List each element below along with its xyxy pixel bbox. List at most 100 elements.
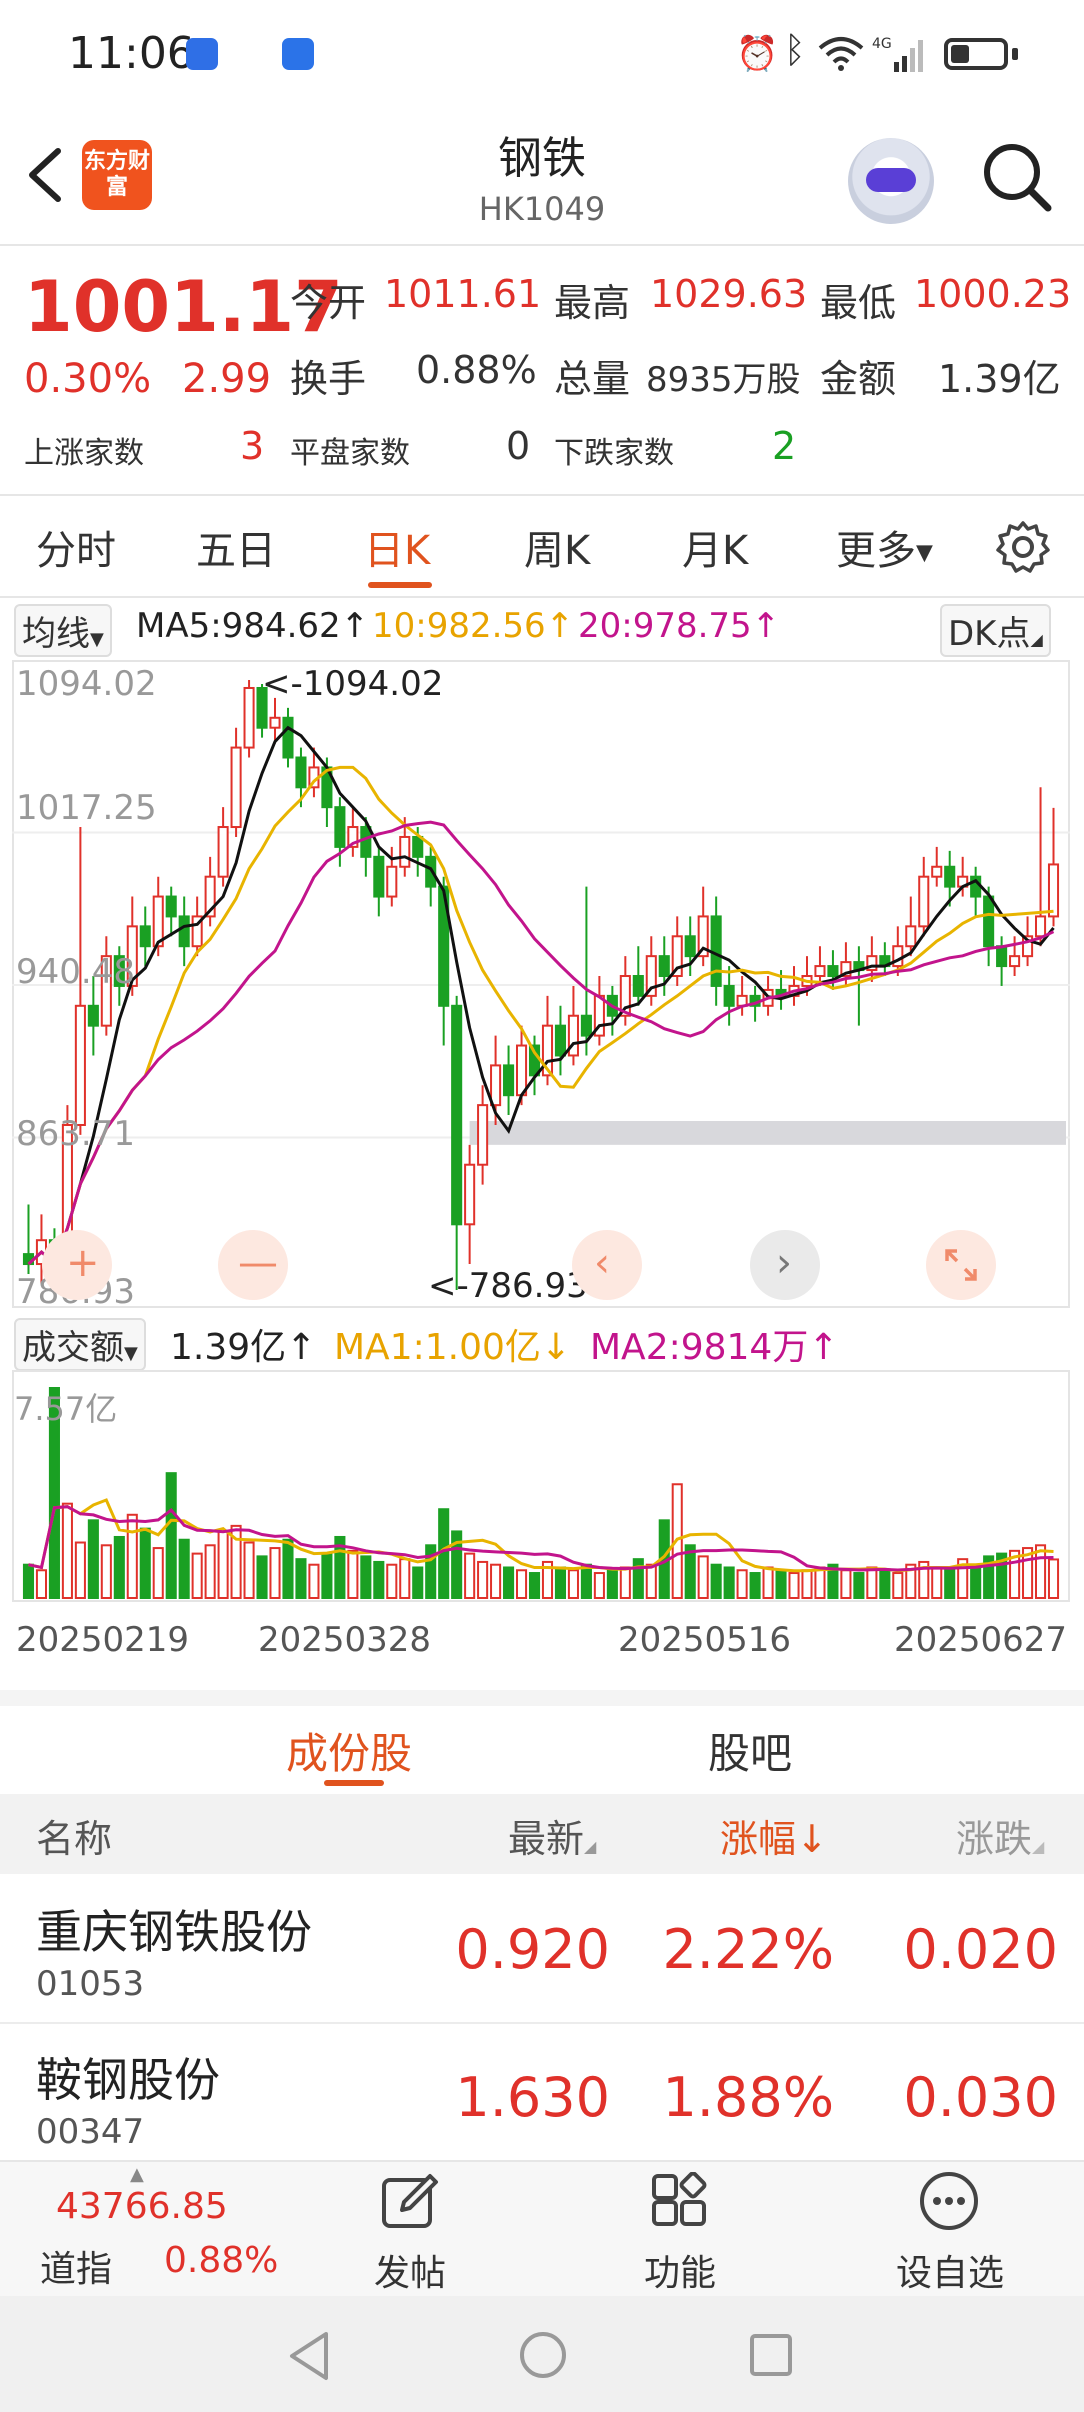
change-pct: 0.30% — [24, 356, 152, 402]
candle — [503, 1064, 515, 1097]
list-item[interactable]: 重庆钢铁股份 01053 0.920 2.22% 0.020 — [0, 1876, 1084, 2022]
tab-monthly-k[interactable]: 月K — [682, 518, 748, 576]
header-change[interactable]: 涨跌◢ — [956, 1808, 1044, 1863]
candle — [243, 686, 255, 749]
volume-bar — [567, 1569, 579, 1599]
zoom-out-button[interactable]: — — [218, 1230, 288, 1300]
assistant-robot-icon[interactable] — [848, 138, 934, 224]
candle — [658, 955, 670, 978]
grid-functions-icon[interactable] — [650, 2172, 708, 2230]
candle — [490, 1064, 502, 1107]
tab-intraday[interactable]: 分时 — [36, 518, 116, 576]
zoom-in-button[interactable]: + — [42, 1230, 112, 1300]
candle — [373, 855, 385, 898]
candle — [515, 1044, 528, 1097]
candle — [399, 835, 411, 868]
volume-bar — [736, 1569, 748, 1599]
nav-recents-icon[interactable] — [748, 2332, 794, 2378]
index-name[interactable]: 道指 — [40, 2240, 112, 2292]
candle — [918, 875, 930, 928]
high-value: 1029.63 — [650, 272, 808, 316]
volume-bar — [217, 1530, 229, 1599]
volume-bar — [528, 1572, 541, 1599]
candle — [386, 865, 398, 898]
candle — [814, 965, 826, 978]
index-value[interactable]: 43766.85 — [56, 2186, 228, 2227]
volume-bar — [360, 1555, 372, 1600]
y-tick: 1017.25 — [16, 788, 157, 828]
volume-bar — [74, 1541, 86, 1600]
edit-post-icon[interactable] — [380, 2172, 440, 2232]
tab-more-label: 更多 — [836, 528, 916, 574]
nav-home-icon[interactable] — [518, 2330, 568, 2380]
search-icon[interactable] — [980, 140, 1054, 214]
header-name: 名称 — [36, 1817, 113, 1861]
y-tick: 940.48 — [16, 952, 135, 992]
candle — [684, 935, 696, 958]
volume-bar — [412, 1566, 424, 1599]
nav-back-icon[interactable] — [286, 2330, 332, 2382]
volume-bar — [152, 1547, 164, 1600]
candle — [905, 925, 917, 948]
gear-icon[interactable] — [996, 520, 1050, 574]
volume-bar — [126, 1513, 138, 1599]
tab-weekly-k[interactable]: 周K — [524, 518, 590, 576]
app-notification-icon — [186, 38, 218, 70]
tab-five-day[interactable]: 五日 — [196, 518, 276, 576]
ma-selector[interactable]: 均线▼ — [14, 604, 112, 657]
stock-latest: 0.920 — [455, 1918, 610, 1981]
ma20-value: 20:978.75↑ — [578, 606, 781, 646]
scroll-right-button[interactable]: › — [750, 1230, 820, 1300]
volume-bar — [22, 1563, 35, 1599]
volume-chart[interactable] — [12, 1370, 1070, 1602]
volume-bar — [464, 1552, 476, 1600]
fullscreen-button[interactable] — [926, 1230, 996, 1300]
header-change-pct[interactable]: 涨幅↓ — [720, 1808, 828, 1863]
open-label: 今开 — [290, 281, 367, 325]
up-count-label: 上涨家数 — [24, 436, 144, 471]
tab-constituents[interactable]: 成份股 — [286, 1720, 412, 1781]
candle — [74, 1004, 86, 1126]
list-item[interactable]: 鞍钢股份 00347 1.630 1.88% 0.030 — [0, 2026, 1084, 2160]
post-button[interactable]: 发帖 — [330, 2244, 490, 2296]
turnover-label: 换手 — [290, 357, 367, 401]
low-marker: <-786.93 — [428, 1266, 588, 1306]
volume-bar — [866, 1566, 878, 1599]
scroll-left-button[interactable]: ‹ — [572, 1230, 642, 1300]
x-tick: 20250627 — [894, 1620, 1068, 1660]
candle — [1009, 955, 1021, 968]
volume-bar — [606, 1569, 618, 1599]
volume-bar — [723, 1566, 735, 1599]
candle — [360, 826, 372, 858]
alarm-icon: ⏰ — [736, 34, 779, 74]
tab-forum[interactable]: 股吧 — [708, 1720, 792, 1781]
candle — [996, 945, 1008, 968]
x-tick: 20250516 — [618, 1620, 792, 1660]
volume-bar — [347, 1549, 359, 1600]
candle — [1047, 863, 1060, 918]
volume-bar — [399, 1558, 411, 1600]
volume-bar — [840, 1569, 852, 1599]
volume-ma1: MA1:1.00亿↓ — [334, 1327, 572, 1368]
volume-bar — [801, 1569, 813, 1599]
volume-bar — [321, 1552, 333, 1600]
dk-point-button[interactable]: DK点◢ — [940, 604, 1051, 657]
volume-bar — [931, 1566, 943, 1599]
tab-more[interactable]: 更多▼ — [836, 518, 933, 576]
y-tick: 1094.02 — [16, 664, 157, 704]
caret-up-icon: ▲ — [130, 2164, 144, 2185]
kline-chart[interactable] — [12, 660, 1070, 1308]
candle — [723, 984, 735, 1007]
tab-daily-k[interactable]: 日K — [364, 518, 430, 576]
plus-icon: + — [66, 1240, 100, 1286]
header-latest[interactable]: 最新◢ — [508, 1808, 596, 1863]
functions-button[interactable]: 功能 — [600, 2244, 760, 2296]
volume-bar — [269, 1547, 281, 1600]
minus-icon: — — [238, 1240, 278, 1286]
volume-indicator-selector[interactable]: 成交额▼ — [14, 1318, 146, 1371]
candle — [477, 1104, 489, 1166]
volume-bar — [775, 1569, 787, 1599]
add-watchlist-button[interactable]: 设自选 — [870, 2244, 1030, 2296]
volume-bar — [554, 1566, 567, 1599]
more-dots-icon[interactable] — [918, 2170, 980, 2232]
